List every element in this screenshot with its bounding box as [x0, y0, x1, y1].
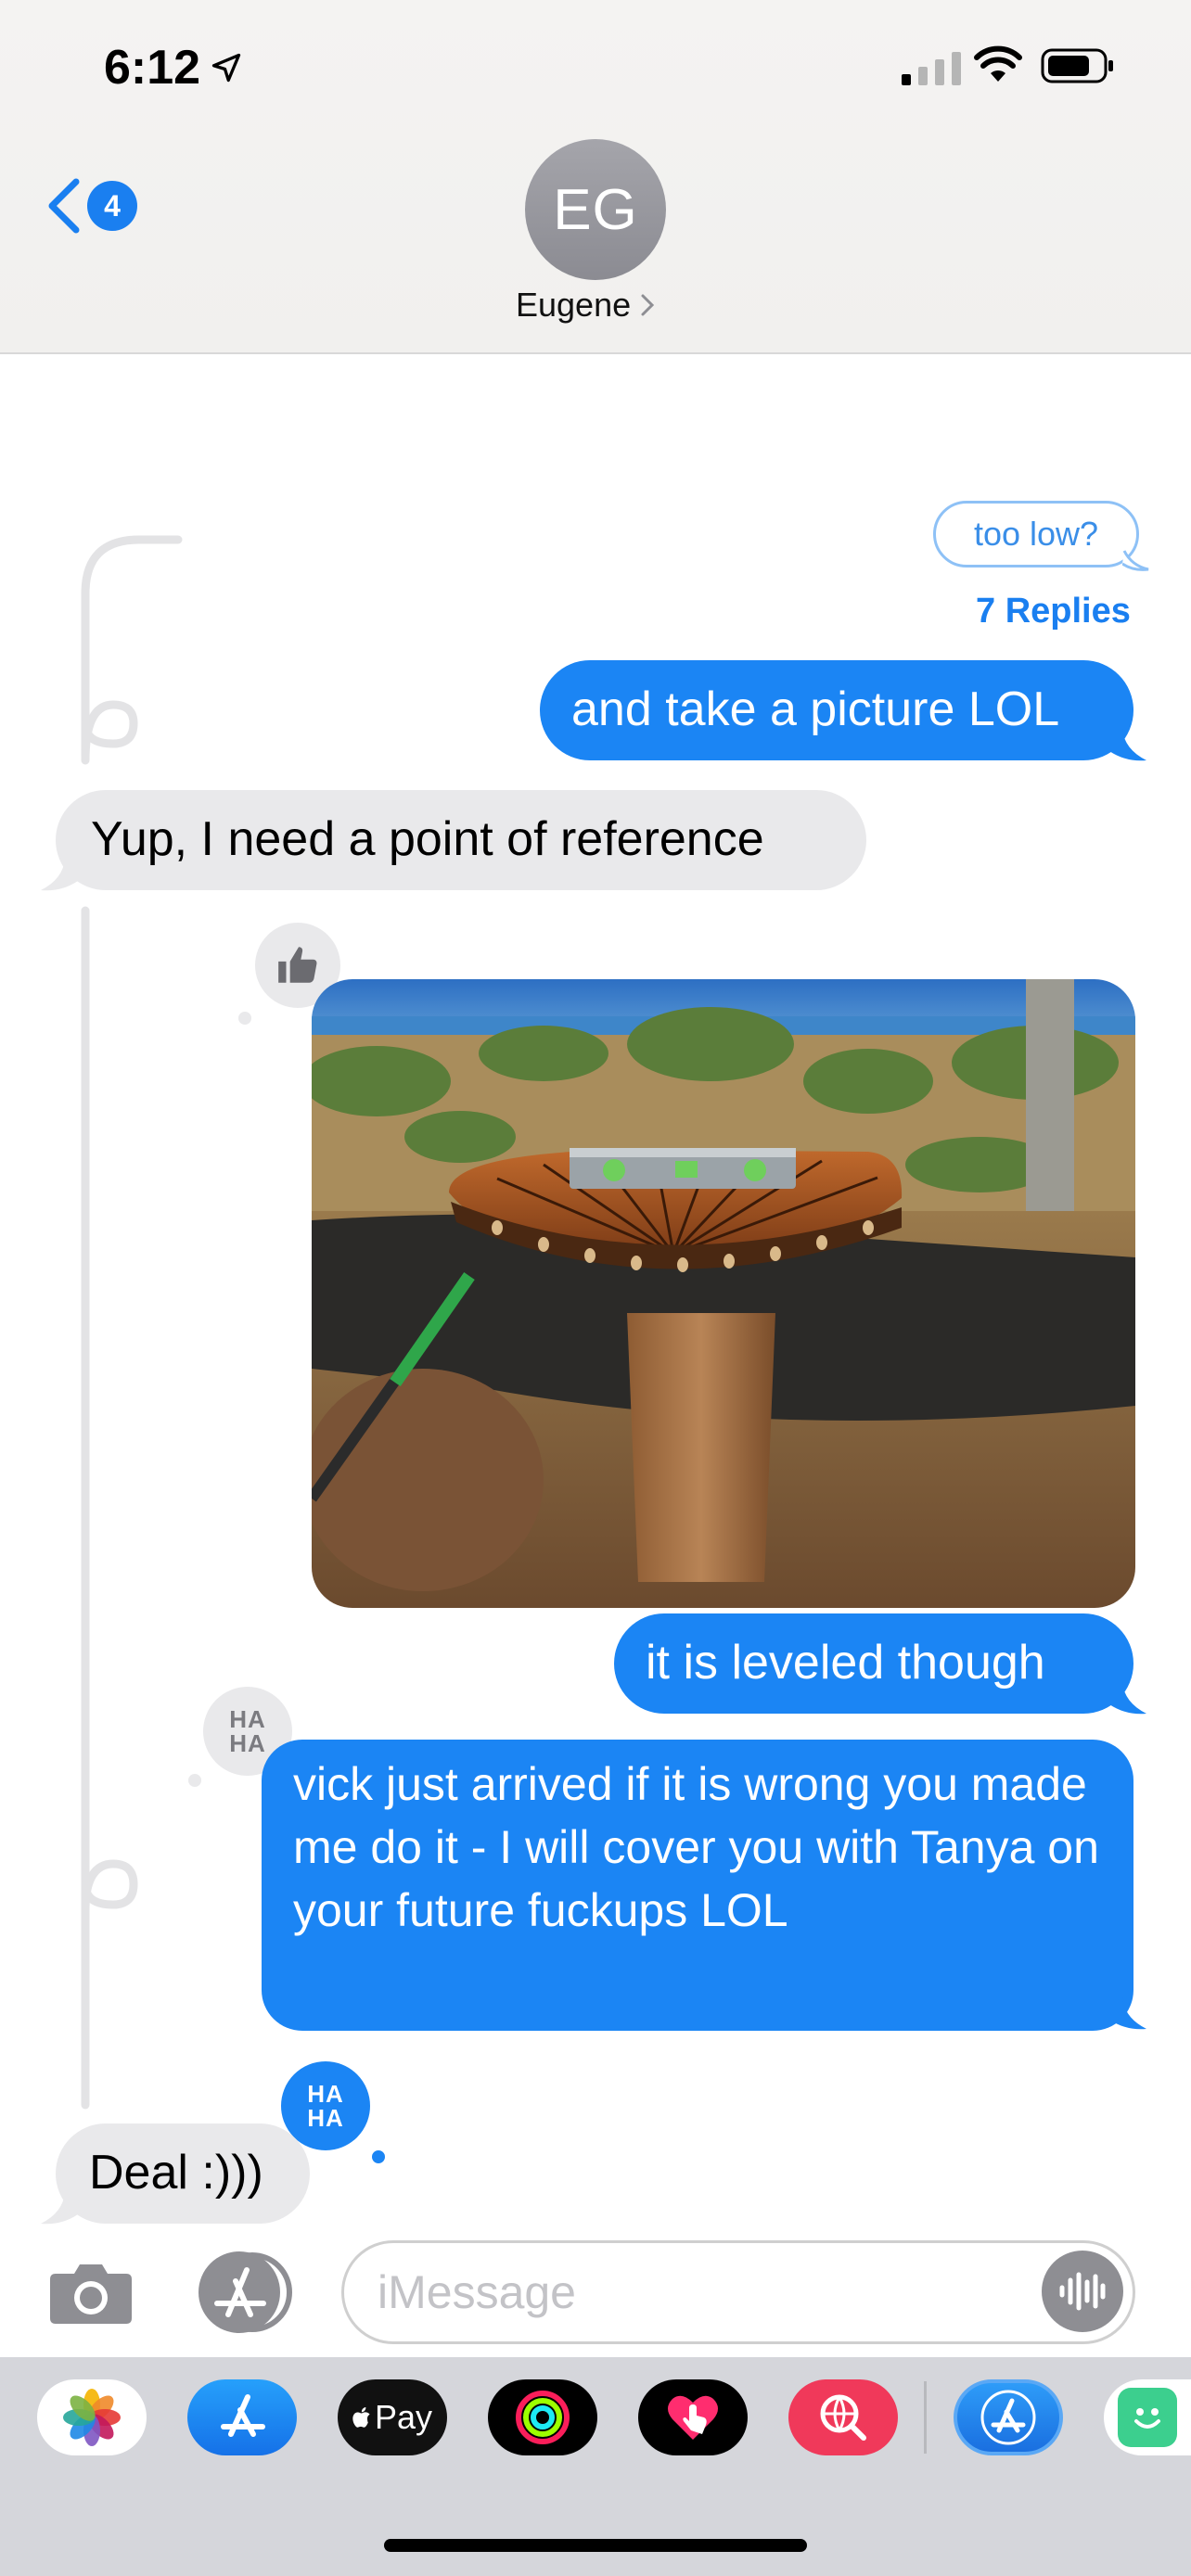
waveform-icon	[1059, 2272, 1106, 2311]
chevron-right-icon	[641, 294, 655, 316]
heart-touch-icon	[668, 2395, 718, 2440]
wifi-icon	[974, 45, 1022, 82]
apple-pay-app-button[interactable]: Pay	[338, 2379, 447, 2455]
received-message-bubble[interactable]: Deal :)))	[56, 2123, 310, 2224]
tapback-dot	[369, 2148, 388, 2166]
quoted-message-bubble[interactable]: too low?	[933, 501, 1139, 567]
chevron-left-icon	[48, 178, 80, 234]
activity-rings-icon	[516, 2391, 570, 2444]
imessage-input[interactable]	[378, 2243, 990, 2341]
app-store-icon[interactable]	[195, 2248, 297, 2337]
app-store-app-button[interactable]	[187, 2379, 297, 2455]
digital-touch-app-button[interactable]	[638, 2379, 748, 2455]
location-arrow-icon	[211, 53, 241, 83]
sent-message-bubble[interactable]: vick just arrived if it is wrong you mad…	[262, 1740, 1133, 2031]
app-store-icon	[980, 2390, 1036, 2445]
message-text: Yup, I need a point of reference	[91, 812, 764, 866]
photos-icon	[63, 2389, 121, 2446]
message-text: Deal :)))	[89, 2146, 263, 2200]
imessage-input-container[interactable]	[341, 2240, 1135, 2344]
table-photo	[312, 979, 1135, 1608]
quoted-bubble-tail	[1122, 550, 1149, 571]
contact-avatar[interactable]: EG	[525, 139, 666, 280]
sent-message-bubble[interactable]: and take a picture LOL	[540, 660, 1133, 760]
audio-message-button[interactable]	[1042, 2251, 1123, 2332]
stickers-app-button[interactable]	[1104, 2379, 1191, 2455]
activity-app-button[interactable]	[488, 2379, 597, 2455]
haha-icon: HA HA	[307, 2080, 344, 2132]
home-indicator[interactable]	[384, 2539, 807, 2552]
app-store-icon	[221, 2394, 265, 2437]
received-message-bubble[interactable]: Yup, I need a point of reference	[56, 790, 866, 890]
thumbs-up-icon	[278, 947, 317, 983]
sticker-face-icon	[1118, 2388, 1177, 2447]
apple-logo-icon	[352, 2407, 370, 2428]
message-text: it is leveled though	[646, 1636, 1045, 1690]
contact-name-button[interactable]: Eugene	[516, 286, 655, 325]
camera-icon[interactable]	[48, 2259, 134, 2326]
status-bar-time: 6:12	[104, 35, 243, 100]
message-text: and take a picture LOL	[571, 682, 1060, 736]
apple-pay-label: Pay	[374, 2398, 433, 2436]
haha-icon: HA HA	[229, 1705, 266, 1757]
reply-thread-line	[81, 535, 183, 2110]
sent-bubble-tail	[1109, 1997, 1146, 2030]
tapback-dot	[186, 1771, 204, 1790]
image-search-app-button[interactable]	[788, 2379, 898, 2455]
battery-icon	[1041, 48, 1113, 83]
sent-bubble-tail	[1109, 729, 1146, 761]
conversation-header: 6:12 4 EG Eugene	[0, 0, 1191, 354]
back-button[interactable]: 4	[45, 176, 137, 236]
message-text: vick just arrived if it is wrong you mad…	[293, 1758, 1099, 1936]
drawer-separator	[924, 2381, 927, 2454]
sent-message-bubble[interactable]: it is leveled though	[614, 1613, 1133, 1714]
unread-count-badge: 4	[87, 181, 137, 231]
photos-app-button[interactable]	[37, 2379, 147, 2455]
sent-bubble-tail	[1109, 1682, 1146, 1715]
cellular-signal-icon	[902, 52, 961, 85]
contact-name: Eugene	[516, 286, 632, 324]
replies-link[interactable]: 7 Replies	[976, 592, 1131, 631]
received-bubble-tail	[41, 859, 78, 891]
globe-search-icon	[820, 2394, 866, 2441]
time-text: 6:12	[104, 41, 201, 95]
photo-attachment[interactable]	[312, 979, 1135, 1608]
received-bubble-tail	[41, 2192, 78, 2225]
app-store-store-button[interactable]	[954, 2379, 1063, 2455]
tapback-dot	[236, 1009, 254, 1027]
